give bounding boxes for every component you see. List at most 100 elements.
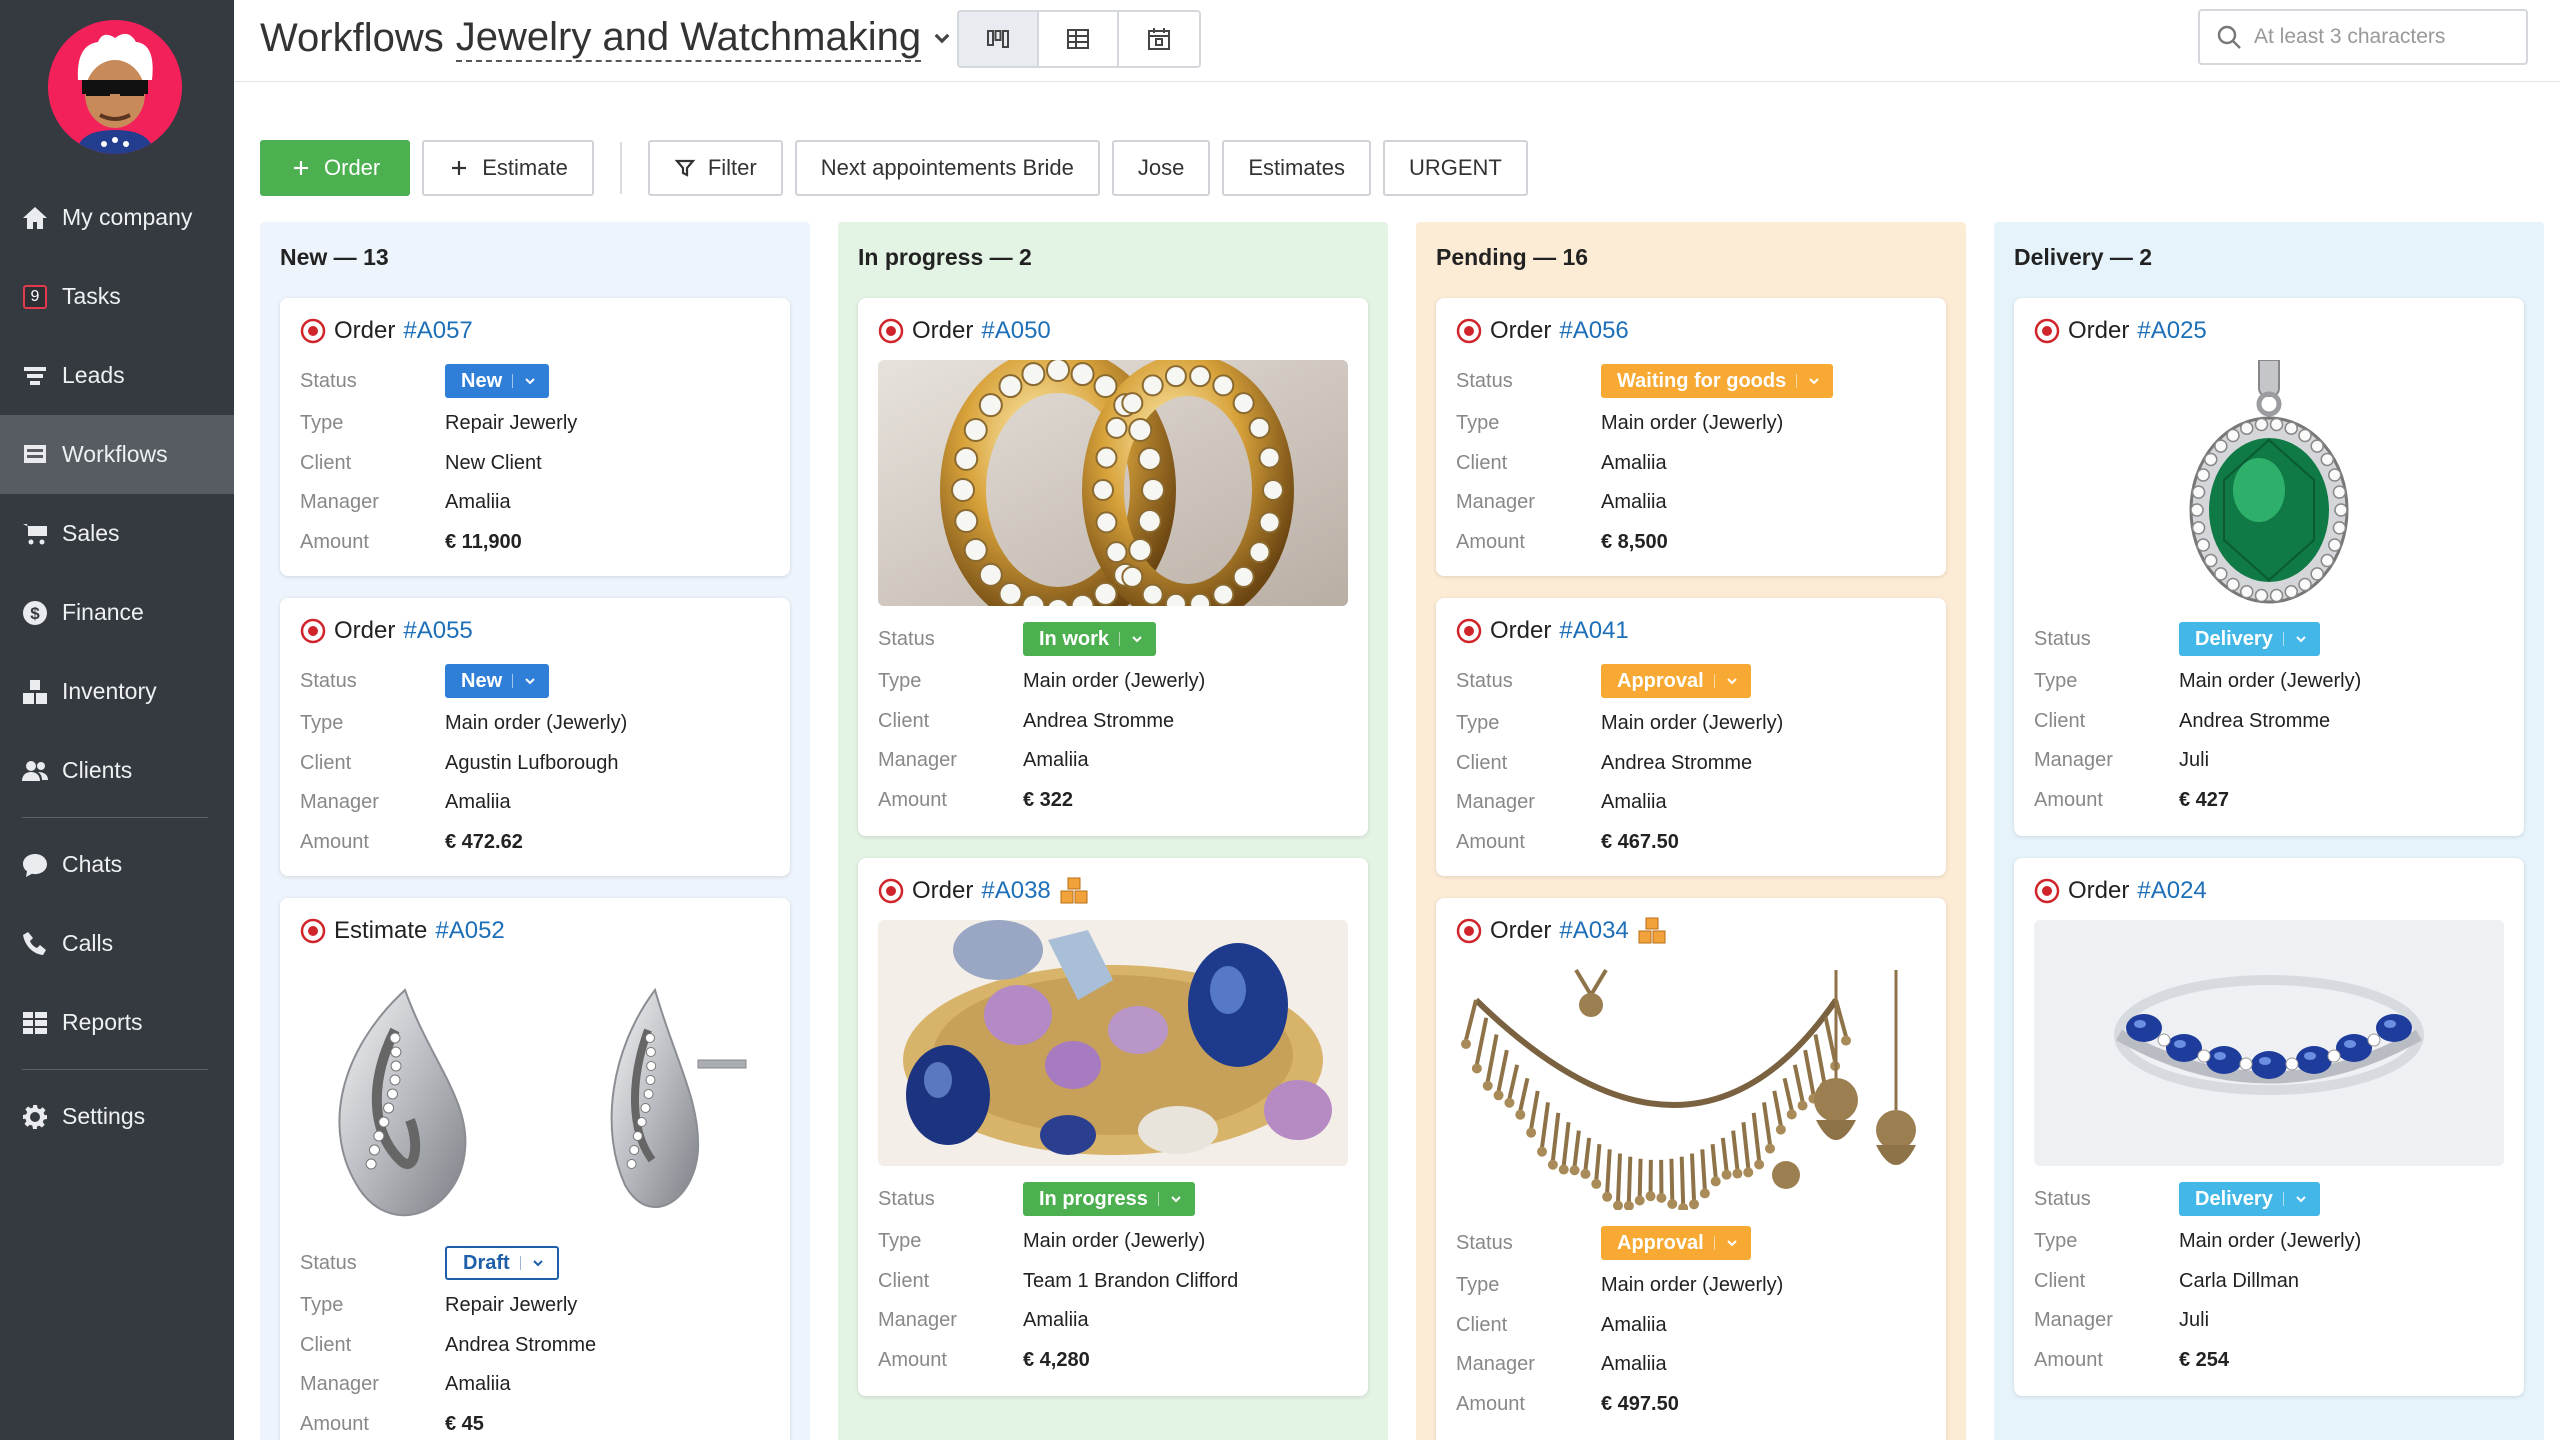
card-kind: Order — [334, 617, 396, 644]
status-dropdown[interactable]: In work — [1023, 622, 1157, 656]
order-number-link[interactable]: #A057 — [403, 317, 472, 345]
calendar-view-button[interactable] — [1119, 12, 1199, 66]
chevron-down-icon — [1807, 374, 1821, 388]
sidebar-item-workflows[interactable]: Workflows — [0, 415, 234, 494]
order-card[interactable]: Order #A057 Status New Type Repair Jewer… — [280, 298, 790, 576]
preset-filter-button[interactable]: Next appointements Bride — [794, 140, 1100, 196]
order-number-link[interactable]: #A034 — [1559, 917, 1628, 945]
field-label: Client — [1456, 451, 1508, 474]
card-title: Order #A025 — [2034, 314, 2524, 348]
sidebar-item-clients[interactable]: Clients — [0, 731, 234, 810]
sidebar-item-leads[interactable]: Leads — [0, 336, 234, 415]
filter-button[interactable]: Filter — [647, 140, 783, 196]
table-view-button[interactable] — [1039, 12, 1119, 66]
tasks-icon: 9 — [20, 282, 50, 312]
status-value: Draft — [463, 1251, 510, 1274]
kanban-view-button[interactable] — [959, 12, 1039, 66]
status-row: Status Delivery — [2034, 1176, 2524, 1222]
add-order-label: Order — [324, 155, 381, 180]
manager-value: Amaliia — [445, 1373, 511, 1396]
chevron-down-icon — [1130, 632, 1144, 646]
status-dropdown[interactable]: Waiting for goods — [1601, 364, 1834, 398]
type-row: Type Main order (Jewerly) — [1456, 404, 1946, 444]
manager-value: Amaliia — [1023, 749, 1089, 772]
order-card[interactable]: Estimate #A052 Status Draft Type Repair … — [280, 898, 790, 1440]
sidebar-item-reports[interactable]: Reports — [0, 983, 234, 1062]
preset-filter-button[interactable]: Estimates — [1222, 140, 1371, 196]
home-icon — [20, 203, 50, 233]
action-bar: Order Estimate Filter Next appointements… — [260, 140, 1540, 196]
sidebar-item-label: Settings — [62, 1103, 146, 1129]
field-label: Client — [1456, 1313, 1508, 1336]
card-kind: Order — [334, 317, 396, 344]
avatar[interactable] — [48, 20, 182, 154]
status-divider — [2282, 1192, 2284, 1206]
order-number-link[interactable]: #A024 — [2137, 877, 2206, 905]
client-value: New Client — [445, 451, 542, 474]
order-number-link[interactable]: #A041 — [1559, 617, 1628, 645]
field-label: Client — [300, 451, 352, 474]
workflow-selector[interactable]: Jewelry and Watchmaking — [455, 14, 922, 62]
sidebar-item-chats[interactable]: Chats — [0, 825, 234, 904]
order-number-link[interactable]: #A056 — [1559, 317, 1628, 345]
amount-value: € 254 — [2179, 1348, 2230, 1371]
sidebar-item-settings[interactable]: Settings — [0, 1077, 234, 1156]
chevron-down-icon[interactable] — [931, 27, 953, 49]
add-order-button[interactable]: Order — [260, 140, 411, 196]
column-title: In progress — 2 — [858, 244, 1032, 270]
status-dropdown[interactable]: Delivery — [2179, 622, 2320, 656]
status-dropdown[interactable]: New — [445, 364, 550, 398]
kanban-column: In progress — 2 Order #A050 Status In wo… — [838, 222, 1388, 1440]
kanban-column: Delivery — 2 Order #A025 Status Delivery… — [1994, 222, 2544, 1440]
target-icon — [878, 318, 904, 344]
target-icon — [300, 318, 326, 344]
sidebar-item-calls[interactable]: Calls — [0, 904, 234, 983]
card-fields: Status In work Type Main order (Jewerly)… — [878, 616, 1368, 820]
amount-value: € 497.50 — [1601, 1392, 1679, 1415]
order-card[interactable]: Order #A041 Status Approval Type Main or… — [1436, 598, 1946, 876]
type-row: Type Main order (Jewerly) — [1456, 704, 1946, 744]
status-dropdown[interactable]: In progress — [1023, 1182, 1195, 1216]
field-label: Manager — [1456, 491, 1535, 514]
card-kind: Order — [912, 317, 974, 344]
field-label: Status — [1456, 669, 1513, 692]
order-number-link[interactable]: #A050 — [981, 317, 1050, 345]
order-number-link[interactable]: #A055 — [403, 617, 472, 645]
add-estimate-button[interactable]: Estimate — [422, 140, 594, 196]
order-card[interactable]: Order #A056 Status Waiting for goods Typ… — [1436, 298, 1946, 576]
type-value: Main order (Jewerly) — [1601, 1274, 1784, 1297]
preset-filter-button[interactable]: Jose — [1111, 140, 1211, 196]
status-row: Status Draft — [300, 1240, 790, 1286]
order-card[interactable]: Order #A024 Status Delivery Type Main or… — [2014, 858, 2524, 1396]
sidebar-item-inventory[interactable]: Inventory — [0, 652, 234, 731]
order-card[interactable]: Order #A050 Status In work Type Main ord… — [858, 298, 1368, 836]
order-number-link[interactable]: #A038 — [981, 877, 1050, 905]
order-card[interactable]: Order #A034 Status Approval Type Main or… — [1436, 898, 1946, 1440]
status-dropdown[interactable]: Approval — [1601, 1226, 1751, 1260]
top-bar: Workflows Jewelry and Watchmaking — [234, 0, 2560, 82]
kanban-column: New — 13 Order #A057 Status New Type Rep… — [260, 222, 810, 1440]
status-dropdown[interactable]: Delivery — [2179, 1182, 2320, 1216]
sidebar-item-my-company[interactable]: My company — [0, 178, 234, 257]
order-number-link[interactable]: #A052 — [435, 917, 504, 945]
dollar-icon: $ — [20, 598, 50, 628]
sidebar-item-tasks[interactable]: 9 Tasks — [0, 257, 234, 336]
field-label: Client — [300, 751, 352, 774]
order-card[interactable]: Order #A038 Status In progress Type Main… — [858, 858, 1368, 1396]
sidebar-item-sales[interactable]: Sales — [0, 494, 234, 573]
order-card[interactable]: Order #A025 Status Delivery Type Main or… — [2014, 298, 2524, 836]
add-estimate-label: Estimate — [482, 155, 568, 180]
status-dropdown[interactable]: Approval — [1601, 664, 1751, 698]
field-label: Type — [878, 1230, 922, 1253]
field-label: Type — [300, 412, 344, 435]
sidebar: My company 9 Tasks Leads Workflows Sales $ Fina… — [0, 0, 234, 1440]
order-card[interactable]: Order #A055 Status New Type Main order (… — [280, 598, 790, 876]
sidebar-item-finance[interactable]: $ Finance — [0, 573, 234, 652]
search-input[interactable] — [2254, 25, 2504, 49]
field-label: Client — [1456, 751, 1508, 774]
status-dropdown[interactable]: Draft — [445, 1246, 559, 1280]
order-number-link[interactable]: #A025 — [2137, 317, 2206, 345]
preset-filter-button[interactable]: URGENT — [1382, 140, 1528, 196]
sapphire-ring-image — [2034, 920, 2504, 1166]
status-dropdown[interactable]: New — [445, 664, 550, 698]
